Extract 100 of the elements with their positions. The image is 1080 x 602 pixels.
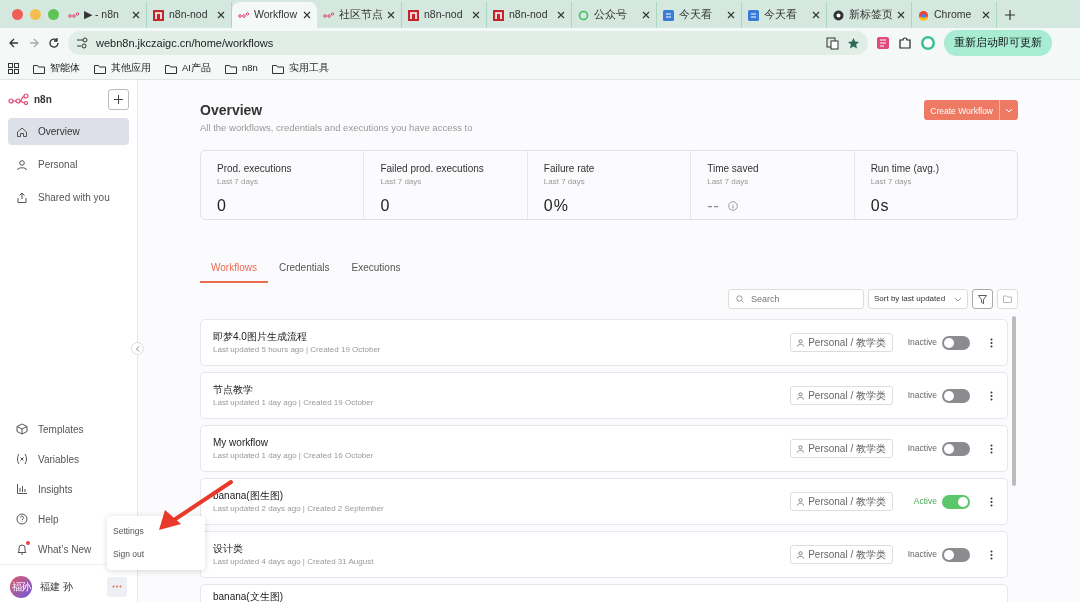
chart-icon	[16, 483, 28, 495]
document-icon	[748, 9, 759, 21]
bookmark-folder[interactable]: n8n	[225, 61, 258, 76]
filter-icon[interactable]	[978, 294, 987, 304]
site-settings-icon[interactable]	[76, 37, 88, 49]
bookmark-folder[interactable]: 智能体	[33, 61, 80, 76]
sidebar-item[interactable]: Variables	[8, 444, 104, 474]
apps-icon[interactable]	[8, 63, 19, 74]
close-icon[interactable]	[387, 11, 395, 19]
sidebar-item[interactable]: Templates	[8, 414, 104, 444]
folder-icon[interactable]	[165, 63, 177, 74]
stat-period: Last 7 days	[543, 176, 586, 188]
workflow-name: My workflow	[213, 436, 269, 450]
owner-tag: Personal / 教学类	[790, 492, 893, 511]
plus-icon[interactable]	[114, 94, 123, 104]
tab[interactable]: Credentials	[267, 256, 341, 283]
close-icon[interactable]	[727, 11, 735, 19]
ring-icon	[578, 9, 589, 21]
owner-tag: Personal / 教学类	[790, 386, 893, 405]
status-label: Inactive	[906, 548, 937, 561]
toggle-switch[interactable]	[942, 388, 970, 403]
more-options-icon[interactable]	[990, 337, 993, 348]
logo-text: n8n	[34, 92, 52, 107]
back-icon[interactable]	[8, 37, 20, 49]
close-icon[interactable]	[303, 11, 311, 19]
stat-label: Prod. executions	[217, 162, 293, 176]
document-icon	[663, 9, 674, 21]
filter-button[interactable]	[972, 289, 993, 309]
chrome-icon	[918, 9, 929, 21]
reload-icon[interactable]	[48, 37, 60, 49]
add-button[interactable]	[108, 88, 129, 110]
close-icon[interactable]	[217, 11, 225, 19]
logo-icon	[8, 93, 30, 105]
toggle-switch[interactable]	[942, 547, 970, 562]
sidebar-item[interactable]: Personal	[8, 151, 129, 178]
user-icon	[797, 391, 805, 400]
workflow-card[interactable]: 即梦4.0图片生成流程 Last updated 5 hours ago | Created 19 October Personal / 教学类 Inactive	[200, 319, 1008, 366]
workflow-meta: Last updated 1 day ago | Created 19 October	[213, 397, 375, 409]
ellipsis-icon[interactable]	[112, 585, 122, 588]
workflow-meta: Last updated 4 days ago | Created 31 August	[213, 556, 375, 568]
folder-icon[interactable]	[33, 63, 45, 74]
bookmark-folder[interactable]: 实用工具	[271, 61, 329, 76]
toggle-switch[interactable]	[942, 441, 970, 456]
close-icon[interactable]	[472, 11, 480, 19]
folder-icon[interactable]	[94, 63, 106, 74]
workflow-meta: Last updated 1 day ago | Created 16 October	[213, 450, 375, 462]
more-options-icon[interactable]	[990, 549, 993, 560]
more-options-icon[interactable]	[990, 390, 993, 401]
nodes-icon	[323, 11, 334, 19]
stat-period: Last 7 days	[217, 176, 259, 188]
stat-label: Run time (avg.)	[870, 162, 940, 176]
toggle-switch[interactable]	[942, 335, 970, 350]
sidebar-item[interactable]: Overview	[8, 118, 129, 145]
star-icon[interactable]	[847, 36, 860, 50]
bookmark-folder[interactable]: AI产品	[165, 61, 211, 76]
workflow-card[interactable]: 设计类 Last updated 4 days ago | Created 31 August Personal / 教学类 Inactive	[200, 531, 1008, 578]
workflow-card[interactable]: 节点教学 Last updated 1 day ago | Created 19 October Personal / 教学类 Inactive	[200, 372, 1008, 419]
caret-icon	[954, 296, 962, 302]
close-icon[interactable]	[897, 11, 905, 19]
sidebar-item[interactable]: Shared with you	[8, 184, 129, 211]
more-options-icon[interactable]	[990, 496, 993, 507]
browser-tab[interactable]: Workflow	[232, 2, 317, 28]
tab[interactable]: Executions	[340, 256, 412, 283]
puzzle-icon[interactable]	[898, 36, 912, 50]
bookmark-folder[interactable]: 其他应用	[94, 61, 151, 76]
address-bar[interactable]: webn8n.jkczaigc.cn/home/workflows	[68, 31, 868, 55]
toggle-switch[interactable]	[942, 494, 970, 509]
sidebar-item[interactable]: Insights	[8, 474, 104, 504]
workflow-card[interactable]: My workflow Last updated 1 day ago | Created 16 October Personal / 教学类 Inactive	[200, 425, 1008, 472]
more-options-icon[interactable]	[990, 443, 993, 454]
folder-icon[interactable]	[271, 63, 284, 74]
close-icon[interactable]	[982, 11, 990, 19]
info-icon	[727, 201, 738, 211]
workflow-card[interactable]: banana(文生图)	[200, 584, 1008, 602]
workflow-name: 设计类	[213, 542, 244, 556]
scrollbar[interactable]	[1012, 316, 1016, 486]
user-icon	[797, 497, 805, 506]
status-label: Inactive	[906, 336, 937, 349]
sidebar-item[interactable]: What’s New	[8, 534, 104, 564]
stat-value: --	[707, 196, 720, 216]
update-button[interactable]: 重新启动即可更新	[944, 30, 1052, 56]
close-icon[interactable]	[557, 11, 565, 19]
search-field[interactable]: Search	[728, 289, 864, 309]
close-icon[interactable]	[132, 11, 140, 19]
caret-icon[interactable]	[1005, 108, 1013, 114]
translate-icon[interactable]	[826, 36, 839, 50]
sort-dropdown[interactable]: Sort by last updated	[868, 289, 968, 309]
stat-period: Last 7 days	[870, 176, 913, 188]
close-icon[interactable]	[812, 11, 820, 19]
user-icon	[797, 338, 805, 347]
workflow-name: 节点教学	[213, 383, 254, 397]
sidebar-item[interactable]: Help	[8, 504, 104, 534]
folder-icon[interactable]	[225, 63, 237, 74]
stat-value: 0%	[543, 196, 569, 216]
close-icon[interactable]	[642, 11, 650, 19]
n-logo-icon	[408, 9, 419, 21]
extension-icon[interactable]	[876, 36, 890, 50]
stat-period: Last 7 days	[380, 176, 423, 188]
stat-period: Last 7 days	[707, 176, 750, 188]
new-tab-icon[interactable]	[1005, 10, 1015, 20]
